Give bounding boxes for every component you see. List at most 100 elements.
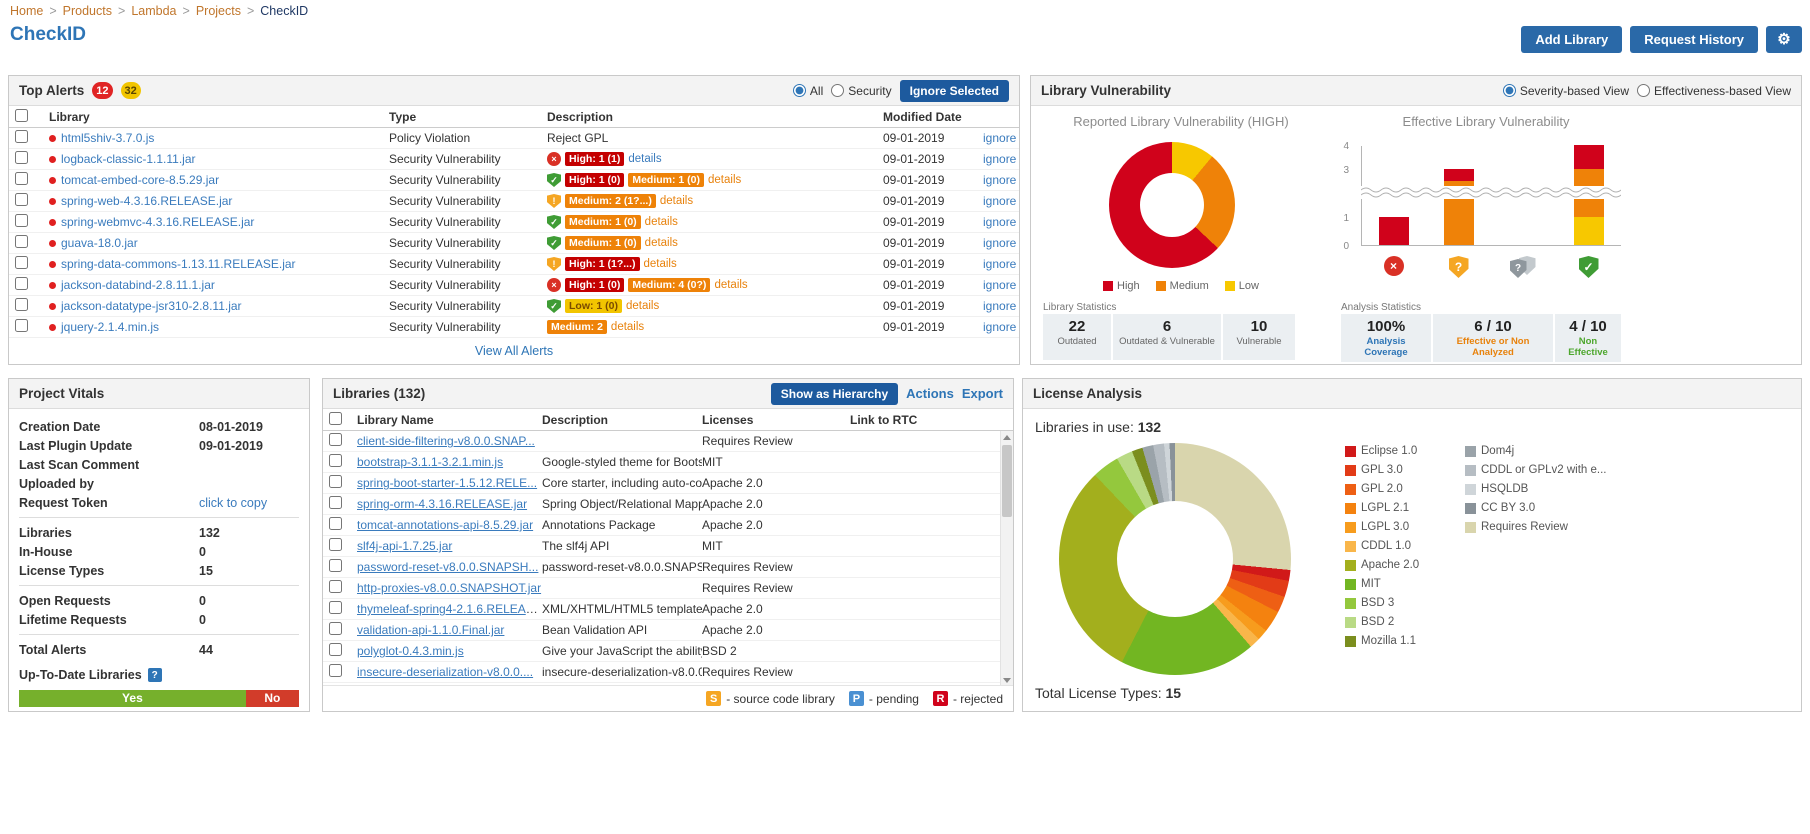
severity-view-radio[interactable] — [1503, 84, 1516, 97]
library-name-link[interactable]: polyglot-0.4.3.min.js — [357, 644, 464, 658]
alert-library-link[interactable]: guava-18.0.jar — [61, 236, 138, 250]
alert-library-link[interactable]: jquery-2.1.4.min.js — [61, 320, 159, 334]
actions-link[interactable]: Actions — [906, 386, 954, 401]
alert-library-link[interactable]: jackson-datatype-jsr310-2.8.11.jar — [61, 299, 242, 313]
alert-library-link[interactable]: spring-web-4.3.16.RELEASE.jar — [61, 194, 232, 208]
filter-all-option[interactable]: All — [793, 84, 823, 98]
alert-row-checkbox[interactable] — [15, 298, 28, 311]
library-row-checkbox[interactable] — [329, 538, 342, 551]
library-row-checkbox[interactable] — [329, 496, 342, 509]
not-analyzed-icon: ? — [1510, 256, 1538, 278]
alert-library-link[interactable]: jackson-databind-2.8.11.1.jar — [61, 278, 215, 292]
alert-row-checkbox[interactable] — [15, 319, 28, 332]
alert-library-link[interactable]: spring-webmvc-4.3.16.RELEASE.jar — [61, 215, 254, 229]
alert-description: ×High: 1 (0)Medium: 4 (0?)details — [547, 278, 883, 292]
alert-ignore-link[interactable]: ignore — [983, 194, 1016, 208]
alert-ignore-link[interactable]: ignore — [983, 257, 1016, 271]
library-name-link[interactable]: tomcat-annotations-api-8.5.29.jar — [357, 518, 533, 532]
library-row-checkbox[interactable] — [329, 643, 342, 656]
export-link[interactable]: Export — [962, 386, 1003, 401]
library-name-link[interactable]: spring-orm-4.3.16.RELEASE.jar — [357, 497, 527, 511]
alert-library-link[interactable]: spring-data-commons-1.13.11.RELEASE.jar — [61, 257, 296, 271]
details-link[interactable]: details — [644, 258, 677, 270]
alerts-select-all-checkbox[interactable] — [15, 109, 28, 122]
alert-row-checkbox[interactable] — [15, 235, 28, 248]
details-link[interactable]: details — [611, 321, 644, 333]
alert-row-checkbox[interactable] — [15, 130, 28, 143]
filter-security-radio[interactable] — [831, 84, 844, 97]
breadcrumb-link[interactable]: Products — [63, 4, 112, 18]
details-link[interactable]: details — [628, 153, 661, 165]
libraries-select-all-checkbox[interactable] — [329, 412, 342, 425]
green-check-icon: ✓ — [547, 173, 561, 187]
details-link[interactable]: details — [708, 174, 741, 186]
view-all-alerts-link[interactable]: View All Alerts — [475, 344, 553, 358]
library-row-checkbox[interactable] — [329, 454, 342, 467]
library-name-link[interactable]: bootstrap-3.1.1-3.2.1.min.js — [357, 455, 503, 469]
library-status-legend-p: P- pending — [849, 691, 919, 706]
library-name-link[interactable]: insecure-deserialization-v8.0.0.... — [357, 665, 533, 679]
library-name-link[interactable]: spring-boot-starter-1.5.12.RELE... — [357, 476, 537, 490]
scrollbar-thumb[interactable] — [1002, 445, 1012, 517]
alert-row-checkbox[interactable] — [15, 256, 28, 269]
filter-security-option[interactable]: Security — [831, 84, 891, 98]
library-name-link[interactable]: slf4j-api-1.7.25.jar — [357, 539, 452, 553]
library-row-checkbox[interactable] — [329, 559, 342, 572]
library-name-link[interactable]: http-proxies-v8.0.0.SNAPSHOT.jar — [357, 581, 541, 595]
alert-row-checkbox[interactable] — [15, 277, 28, 290]
details-link[interactable]: details — [645, 237, 678, 249]
details-link[interactable]: details — [645, 216, 678, 228]
effectiveness-view-radio[interactable] — [1637, 84, 1650, 97]
alert-library-link[interactable]: tomcat-embed-core-8.5.29.jar — [61, 173, 219, 187]
details-link[interactable]: details — [660, 195, 693, 207]
breadcrumb-link[interactable]: Projects — [196, 4, 241, 18]
legend-swatch — [1225, 281, 1235, 291]
breadcrumb-link[interactable]: Lambda — [131, 4, 176, 18]
alert-library-link[interactable]: html5shiv-3.7.0.js — [61, 131, 154, 145]
library-name-link[interactable]: password-reset-v8.0.0.SNAPSH... — [357, 560, 538, 574]
column-header-description: Description — [542, 413, 702, 427]
alert-ignore-link[interactable]: ignore — [983, 278, 1016, 292]
request-history-button[interactable]: Request History — [1630, 26, 1758, 53]
library-row-checkbox[interactable] — [329, 622, 342, 635]
alert-ignore-link[interactable]: ignore — [983, 320, 1016, 334]
library-row-checkbox[interactable] — [329, 580, 342, 593]
libraries-scrollbar[interactable] — [1000, 431, 1013, 687]
alert-row-checkbox[interactable] — [15, 172, 28, 185]
vitals-row: Open Requests0 — [19, 591, 299, 610]
up-to-date-yes-bar: Yes — [19, 690, 246, 707]
alert-ignore-link[interactable]: ignore — [983, 236, 1016, 250]
library-row-checkbox[interactable] — [329, 664, 342, 677]
library-license: Apache 2.0 — [702, 623, 850, 637]
add-library-button[interactable]: Add Library — [1521, 26, 1622, 53]
severity-view-option[interactable]: Severity-based View — [1503, 84, 1629, 98]
alert-row-checkbox[interactable] — [15, 193, 28, 206]
alert-library-link[interactable]: logback-classic-1.1.11.jar — [61, 152, 196, 166]
library-row-checkbox[interactable] — [329, 601, 342, 614]
alert-ignore-link[interactable]: ignore — [983, 173, 1016, 187]
library-row-checkbox[interactable] — [329, 517, 342, 530]
alert-ignore-link[interactable]: ignore — [983, 215, 1016, 229]
ignore-selected-button[interactable]: Ignore Selected — [900, 80, 1009, 102]
settings-button[interactable]: ⚙ — [1766, 26, 1802, 53]
library-name-link[interactable]: client-side-filtering-v8.0.0.SNAP... — [357, 434, 535, 448]
alert-ignore-link[interactable]: ignore — [983, 131, 1016, 145]
library-row-checkbox[interactable] — [329, 433, 342, 446]
details-link[interactable]: details — [714, 279, 747, 291]
alert-ignore-link[interactable]: ignore — [983, 152, 1016, 166]
details-link[interactable]: details — [626, 300, 659, 312]
library-name-link[interactable]: thymeleaf-spring4-2.1.6.RELEAS... — [357, 602, 542, 616]
alert-row-checkbox[interactable] — [15, 214, 28, 227]
alert-row-checkbox[interactable] — [15, 151, 28, 164]
help-icon[interactable]: ? — [148, 668, 162, 682]
request-token-copy-link[interactable]: click to copy — [199, 496, 267, 510]
alert-ignore-link[interactable]: ignore — [983, 299, 1016, 313]
effectiveness-view-option[interactable]: Effectiveness-based View — [1637, 84, 1791, 98]
vitals-label: License Types — [19, 564, 199, 578]
breadcrumb-link[interactable]: Home — [10, 4, 43, 18]
scroll-up-arrow-icon[interactable] — [1001, 431, 1013, 444]
filter-all-radio[interactable] — [793, 84, 806, 97]
library-name-link[interactable]: validation-api-1.1.0.Final.jar — [357, 623, 504, 637]
show-as-hierarchy-button[interactable]: Show as Hierarchy — [771, 383, 898, 405]
library-row-checkbox[interactable] — [329, 475, 342, 488]
